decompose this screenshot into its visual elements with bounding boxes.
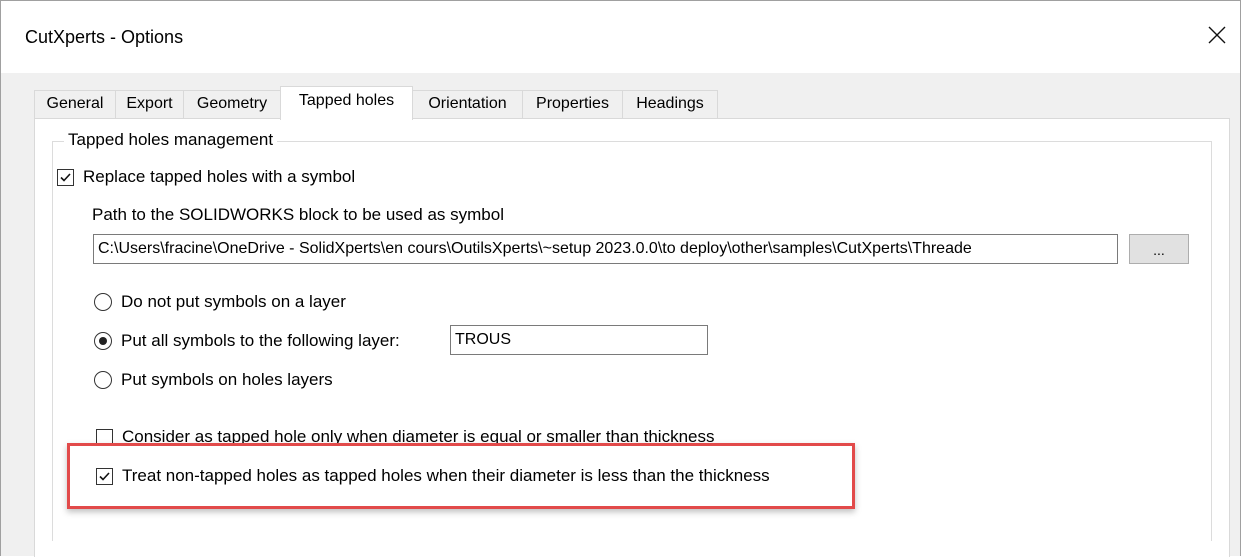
radio-holes-layers[interactable] bbox=[94, 371, 112, 389]
highlight-annotation-box bbox=[67, 443, 855, 509]
tab-general[interactable]: General bbox=[34, 90, 116, 119]
tab-geometry[interactable]: Geometry bbox=[183, 90, 281, 119]
layer-name-input[interactable]: TROUS bbox=[450, 325, 708, 355]
tab-headings[interactable]: Headings bbox=[622, 90, 718, 119]
close-button[interactable] bbox=[1194, 15, 1240, 55]
tab-properties[interactable]: Properties bbox=[522, 90, 623, 119]
tab-export[interactable]: Export bbox=[115, 90, 184, 119]
tab-tapped-holes[interactable]: Tapped holes bbox=[280, 86, 413, 120]
radio-single-layer[interactable] bbox=[94, 332, 112, 350]
window-title: CutXperts - Options bbox=[25, 27, 184, 47]
block-path-label: Path to the SOLIDWORKS block to be used … bbox=[92, 205, 504, 224]
block-path-input[interactable]: C:\Users\fracine\OneDrive - SolidXperts\… bbox=[93, 234, 1118, 264]
radio-no-layer-label[interactable]: Do not put symbols on a layer bbox=[121, 292, 346, 312]
checkmark-icon bbox=[60, 173, 71, 182]
title-bar: CutXperts - Options bbox=[1, 1, 1240, 73]
radio-selected-dot bbox=[99, 337, 107, 345]
radio-single-layer-label[interactable]: Put all symbols to the following layer: bbox=[121, 331, 400, 351]
tab-strip: General Export Geometry Tapped holes Ori… bbox=[34, 86, 1234, 120]
replace-tapped-holes-label[interactable]: Replace tapped holes with a symbol bbox=[83, 167, 355, 187]
tab-orientation[interactable]: Orientation bbox=[412, 90, 523, 119]
options-dialog: CutXperts - Options General Export Geome… bbox=[0, 0, 1241, 557]
replace-tapped-holes-checkbox[interactable] bbox=[57, 169, 74, 186]
groupbox-title: Tapped holes management bbox=[64, 130, 278, 150]
browse-button[interactable]: ... bbox=[1129, 234, 1189, 264]
radio-holes-layers-label[interactable]: Put symbols on holes layers bbox=[121, 370, 333, 390]
close-icon bbox=[1208, 26, 1226, 44]
radio-no-layer[interactable] bbox=[94, 293, 112, 311]
